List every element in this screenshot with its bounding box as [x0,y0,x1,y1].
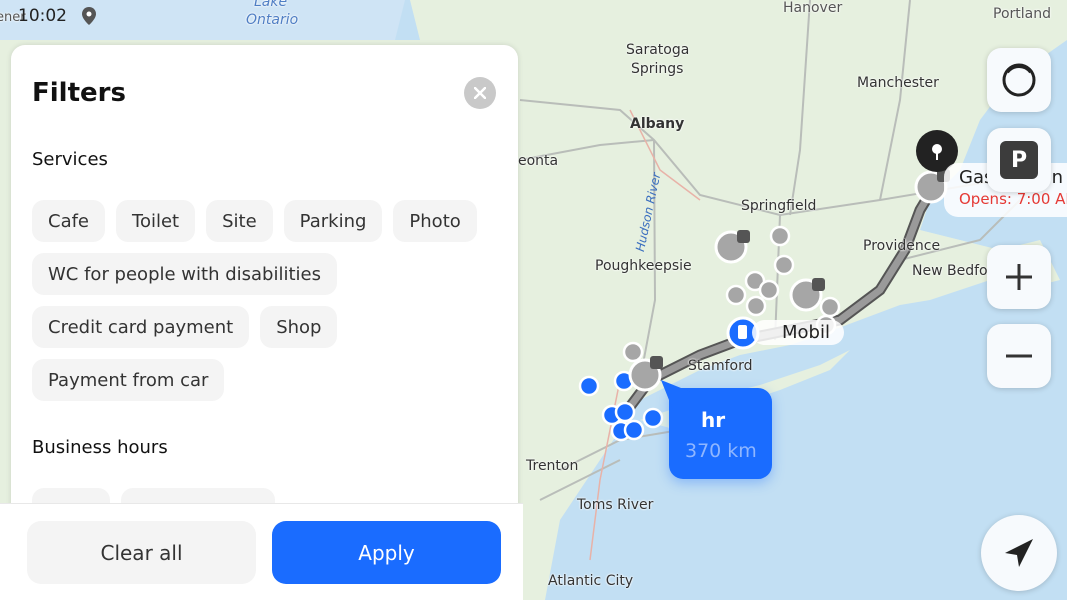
business-hours-title: Business hours [32,437,168,458]
parking-icon: P [1000,141,1038,179]
map-label: Lake [254,0,288,10]
filters-footer: Clear all Apply [0,503,523,600]
map-label: Stamford [688,358,753,374]
zoom-in-button[interactable] [987,245,1051,309]
map-label: Ontario [246,12,299,28]
close-icon [474,87,486,99]
location-pin-icon [82,7,96,25]
chip-toilet[interactable]: Toilet [116,200,196,242]
map-label: Manchester [857,75,939,91]
close-button[interactable] [464,77,496,109]
chip-wc-disabilities[interactable]: WC for people with disabilities [32,253,337,295]
apply-button[interactable]: Apply [272,521,501,584]
layers-icon [1002,63,1036,97]
route-info-bubble[interactable]: hr 370 km [661,380,772,479]
map-label: eonta [518,153,559,169]
chip-credit-card[interactable]: Credit card payment [32,306,250,348]
map-label: Saratoga [626,42,690,58]
chip-site[interactable]: Site [206,200,273,242]
services-chip-list: Cafe Toilet Site Parking Photo WC for pe… [32,200,502,401]
minus-icon [1006,354,1032,358]
map-label: Poughkeepsie [595,258,692,274]
chip-shop[interactable]: Shop [260,306,338,348]
route-distance: 370 km [685,440,757,462]
layers-button[interactable] [987,48,1051,112]
status-time: 10:02 [18,6,67,26]
chip-parking[interactable]: Parking [283,200,383,242]
chip-payment-from-car[interactable]: Payment from car [32,359,225,401]
parking-button[interactable]: P [987,128,1051,192]
map-label: Atlantic City [548,573,634,589]
map-label: Providence [863,238,941,254]
map-label: Albany [630,116,685,132]
zoom-out-button[interactable] [987,324,1051,388]
services-title: Services [32,149,108,170]
plus-icon [1006,264,1032,290]
locate-me-button[interactable] [981,515,1057,591]
map-label: Trenton [526,458,579,474]
gas-station-hours: Opens: 7:00 AM [959,190,1067,208]
map-label: Hanover [783,0,843,16]
chip-cafe[interactable]: Cafe [32,200,106,242]
clear-all-button[interactable]: Clear all [27,521,256,584]
map-label: Springfield [741,198,817,214]
map-label: Portland [993,6,1051,22]
route-duration: hr [701,408,726,432]
panel-title: Filters [32,78,126,108]
map-label: Toms River [577,497,654,513]
map-label: Springs [631,61,684,77]
navigation-arrow-icon [1005,539,1033,567]
chip-photo[interactable]: Photo [393,200,477,242]
mobil-label[interactable]: Mobil [752,320,844,345]
